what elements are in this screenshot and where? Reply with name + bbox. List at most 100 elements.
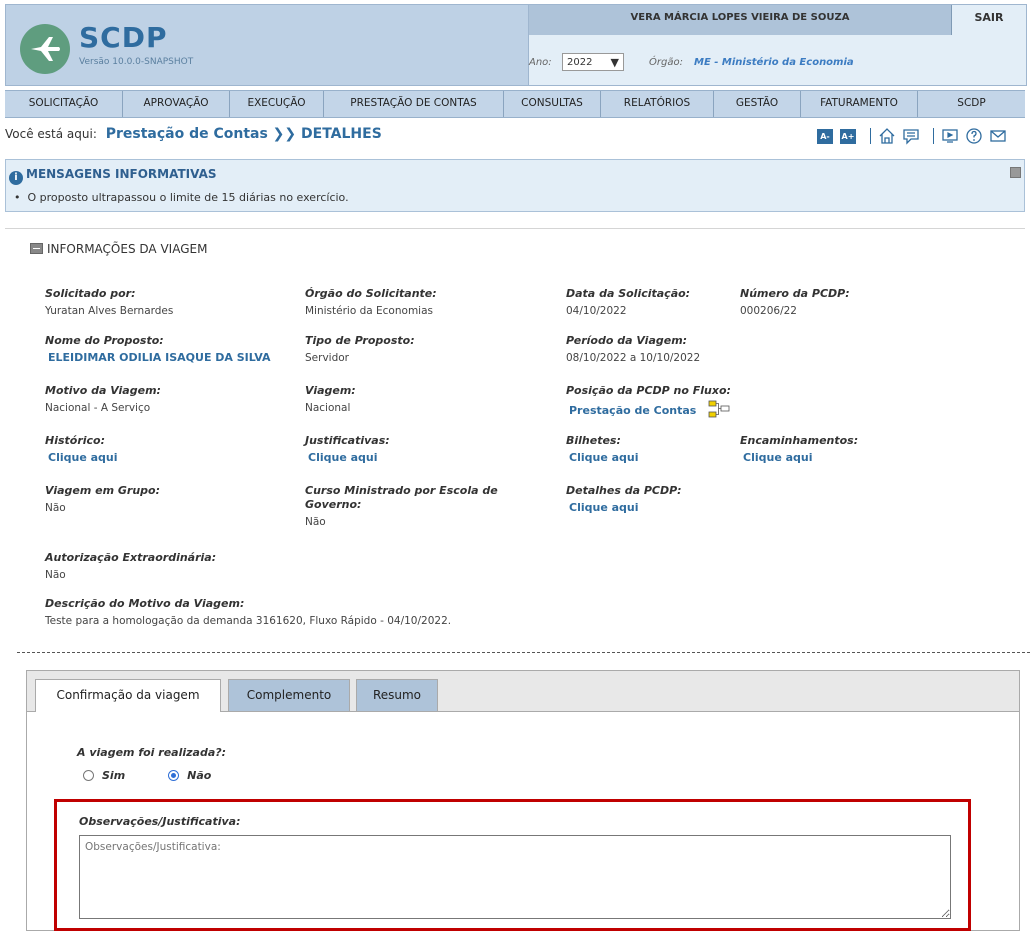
field-value: 04/10/2022 — [566, 305, 627, 317]
toolbar-separator — [933, 128, 934, 144]
menu-consultas[interactable]: CONSULTAS — [504, 91, 601, 117]
breadcrumb: Você está aqui: Prestação de Contas ❯❯ D… — [5, 126, 382, 148]
field-value: 000206/22 — [740, 305, 797, 317]
section-divider — [17, 652, 1030, 653]
field-viagem: Viagem: Nacional — [305, 384, 356, 416]
organ-value: ME - Ministério da Economia — [694, 57, 854, 68]
video-icon[interactable] — [941, 127, 959, 145]
realizada-radio-group: Sim Não — [83, 769, 211, 782]
tab-panel: Confirmação da viagem Complemento Resumo… — [26, 670, 1020, 931]
field-value: Teste para a homologação da demanda 3161… — [45, 615, 452, 627]
message-item-text: O proposto ultrapassou o limite de 15 di… — [27, 191, 349, 204]
tab-confirmacao[interactable]: Confirmação da viagem — [35, 679, 221, 712]
trip-info-title: INFORMAÇÕES DA VIAGEM — [30, 242, 207, 256]
tab-complemento[interactable]: Complemento — [228, 679, 350, 711]
field-value: Servidor — [305, 352, 349, 364]
menu-gestao[interactable]: GESTÃO — [714, 91, 801, 117]
field-label: Curso Ministrado por Escola de Governo: — [305, 484, 498, 511]
field-label: Descrição do Motivo da Viagem: — [45, 597, 245, 610]
field-label: Motivo da Viagem: — [45, 384, 161, 397]
organ-label: Órgão: — [649, 57, 683, 68]
field-label: Posição da PCDP no Fluxo: — [566, 384, 731, 397]
year-label: Ano: — [529, 57, 552, 68]
airplane-icon — [31, 37, 60, 61]
logo-box: SCDP Versão 10.0.0-SNAPSHOT — [5, 4, 530, 86]
font-decrease-button[interactable]: A- — [817, 128, 833, 144]
help-icon[interactable] — [965, 127, 983, 145]
field-label: Período da Viagem: — [566, 334, 688, 347]
proposto-link[interactable]: ELEIDIMAR ODILIA ISAQUE DA SILVA — [45, 350, 271, 366]
posicao-link[interactable]: Prestação de Contas — [569, 404, 696, 417]
chat-icon[interactable] — [902, 127, 920, 145]
tab-strip: Confirmação da viagem Complemento Resumo — [27, 671, 1019, 712]
bilhetes-link[interactable]: Clique aqui — [566, 450, 639, 466]
mail-icon[interactable] — [989, 127, 1007, 145]
trip-info-title-text: INFORMAÇÕES DA VIAGEM — [47, 242, 208, 256]
home-icon[interactable] — [878, 127, 896, 145]
logout-button[interactable]: SAIR — [952, 5, 1026, 35]
detalhes-link[interactable]: Clique aqui — [566, 500, 682, 516]
breadcrumb-current: Prestação de Contas ❯❯ DETALHES — [105, 126, 382, 142]
toolbar-separator — [870, 128, 871, 144]
field-value: Ministério da Economias — [305, 305, 433, 317]
font-increase-button[interactable]: A+ — [840, 128, 856, 144]
app-version: Versão 10.0.0-SNAPSHOT — [79, 57, 194, 67]
field-justificativas: Justificativas: Clique aqui — [305, 434, 390, 466]
field-data-solicitacao: Data da Solicitação: 04/10/2022 — [566, 287, 690, 319]
tab-resumo[interactable]: Resumo — [356, 679, 438, 711]
field-label: Histórico: — [45, 434, 106, 447]
field-posicao-fluxo: Posição da PCDP no Fluxo: Prestação de C… — [566, 384, 731, 419]
info-messages: i MENSAGENS INFORMATIVAS • O proposto ult… — [5, 159, 1025, 212]
menu-aprovacao[interactable]: APROVAÇÃO — [123, 91, 230, 117]
main-menu: SOLICITAÇÃO APROVAÇÃO EXECUÇÃO PRESTAÇÃO… — [5, 90, 1025, 118]
observations-textarea[interactable] — [79, 835, 951, 919]
radio-sim[interactable] — [83, 770, 94, 781]
menu-prestacao-contas[interactable]: PRESTAÇÃO DE CONTAS — [324, 91, 504, 117]
field-label: Autorização Extraordinária: — [45, 551, 217, 564]
radio-nao[interactable] — [168, 770, 180, 781]
logo — [20, 24, 70, 74]
breadcrumb-prefix: Você está aqui: — [5, 127, 97, 141]
field-label: Encaminhamentos: — [740, 434, 859, 447]
user-panel: VERA MÁRCIA LOPES VIEIRA DE SOUZA SAIR A… — [528, 4, 1027, 86]
menu-scdp[interactable]: SCDP — [918, 91, 1025, 117]
field-label: Detalhes da PCDP: — [566, 484, 682, 497]
collapse-icon[interactable] — [30, 243, 43, 254]
menu-relatorios[interactable]: RELATÓRIOS — [601, 91, 714, 117]
encaminhamentos-link[interactable]: Clique aqui — [740, 450, 858, 466]
radio-nao-label: Não — [187, 769, 212, 782]
field-label: Bilhetes: — [566, 434, 621, 447]
messages-collapse-button[interactable] — [1010, 167, 1021, 178]
field-value: Não — [45, 502, 66, 514]
menu-solicitacao[interactable]: SOLICITAÇÃO — [5, 91, 123, 117]
field-curso: Curso Ministrado por Escola de Governo: … — [305, 484, 525, 530]
chevron-down-icon: ▼ — [610, 56, 619, 69]
field-label: Tipo de Proposto: — [305, 334, 415, 347]
menu-execucao[interactable]: EXECUÇÃO — [230, 91, 324, 117]
field-motivo: Motivo da Viagem: Nacional - A Serviço — [45, 384, 161, 416]
field-detalhes-pcdp: Detalhes da PCDP: Clique aqui — [566, 484, 682, 516]
posicao-row: Prestação de Contas — [566, 400, 731, 419]
messages-title: i MENSAGENS INFORMATIVAS — [9, 167, 217, 185]
justificativas-link[interactable]: Clique aqui — [305, 450, 390, 466]
observations-highlight: Observações/Justificativa: — [54, 799, 971, 931]
toolbar: A- A+ — [817, 126, 1013, 146]
field-label: Nome do Proposto: — [45, 334, 164, 347]
field-label: Número da PCDP: — [740, 287, 850, 300]
field-label: Justificativas: — [305, 434, 390, 447]
flowchart-icon[interactable] — [708, 400, 730, 418]
app-title: SCDP — [79, 21, 168, 54]
field-viagem-grupo: Viagem em Grupo: Não — [45, 484, 160, 516]
historico-link[interactable]: Clique aqui — [45, 450, 118, 466]
header: SCDP Versão 10.0.0-SNAPSHOT VERA MÁRCIA … — [0, 0, 1031, 90]
question-label: A viagem foi realizada?: — [77, 746, 227, 759]
year-select[interactable]: 2022 ▼ — [562, 53, 624, 71]
field-value: Nacional — [305, 402, 351, 414]
year-value: 2022 — [567, 57, 593, 68]
observations-label: Observações/Justificativa: — [79, 815, 241, 828]
field-label: Viagem em Grupo: — [45, 484, 161, 497]
menu-faturamento[interactable]: FATURAMENTO — [801, 91, 918, 117]
field-bilhetes: Bilhetes: Clique aqui — [566, 434, 639, 466]
field-label: Solicitado por: — [45, 287, 136, 300]
field-value: Não — [45, 569, 66, 581]
